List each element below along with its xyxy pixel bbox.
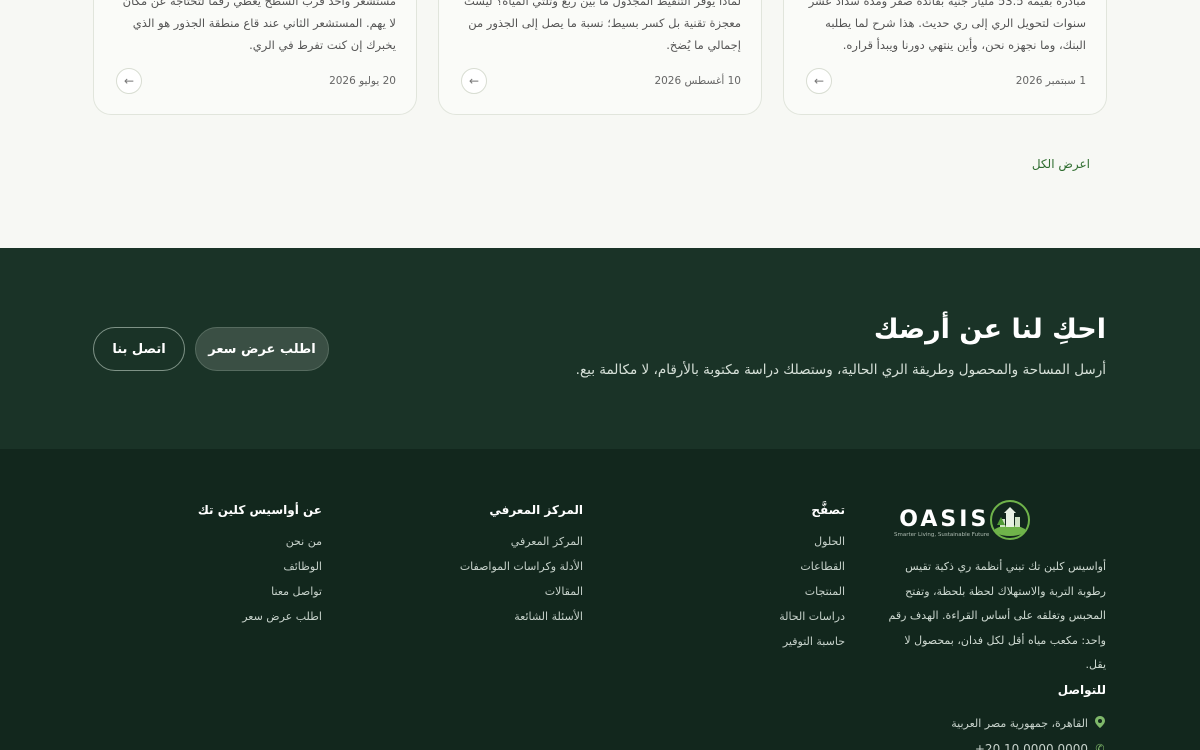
footer-nav-title: تصفَّح xyxy=(811,503,845,517)
footer-brand: OASIS Smarter Living, Sustainable Future… xyxy=(886,499,1106,678)
arrow-left-icon[interactable]: ← xyxy=(461,68,487,94)
articles-section: مبادرة بقيمة 53.5 مليار جنيه بفائدة صفر … xyxy=(0,0,1200,248)
footer-about-title: عن أواسيس كلين تك xyxy=(197,503,322,517)
article-card[interactable]: مستشعر واحد قرب السطح يعطي رقما لتحتاجه … xyxy=(93,0,417,115)
footer-link[interactable]: من نحن xyxy=(198,529,322,554)
footer-link[interactable]: المنتجات xyxy=(779,579,845,604)
footer-link[interactable]: المقالات xyxy=(460,579,583,604)
cta-section: احكِ لنا عن أرضك أرسل المساحة والمحصول و… xyxy=(0,248,1200,449)
footer-about-column: عن أواسيس كلين تك من نحن الوظائف تواصل م… xyxy=(198,503,322,629)
article-date: 1 سبتمبر 2026 xyxy=(1015,75,1086,87)
contact-phone-row[interactable]: ✆ +20 10 0000 0000 xyxy=(866,736,1106,750)
contact-address-row: القاهرة، جمهورية مصر العربية xyxy=(866,711,1106,736)
request-quote-button[interactable]: اطلب عرض سعر xyxy=(195,327,329,371)
logo-name: OASIS xyxy=(899,506,990,532)
article-card[interactable]: مبادرة بقيمة 53.5 مليار جنيه بفائدة صفر … xyxy=(783,0,1107,115)
logo[interactable]: OASIS Smarter Living, Sustainable Future xyxy=(886,499,1106,545)
logo-mark-icon xyxy=(989,499,1031,545)
contact-us-button[interactable]: اتصل بنا xyxy=(93,327,185,371)
footer: OASIS Smarter Living, Sustainable Future… xyxy=(0,449,1200,750)
footer-link[interactable]: الأدلة وكراسات المواصفات xyxy=(460,554,583,579)
contact-phone[interactable]: +20 10 0000 0000 xyxy=(975,742,1088,750)
cta-title: احكِ لنا عن أرضك xyxy=(873,314,1106,345)
contact-title: للتواصل xyxy=(1057,683,1106,697)
view-all-link[interactable]: اعرض الكل xyxy=(1032,157,1090,171)
article-excerpt: لماذا يوفر التنقيط المجدول ما بين ربع وث… xyxy=(464,0,741,52)
footer-contact: للتواصل القاهرة، جمهورية مصر العربية ✆ +… xyxy=(866,683,1106,750)
footer-link[interactable]: الحلول xyxy=(779,529,845,554)
footer-link[interactable]: القطاعات xyxy=(779,554,845,579)
footer-link[interactable]: الوظائف xyxy=(198,554,322,579)
article-date: 20 يوليو 2026 xyxy=(329,75,396,87)
footer-link[interactable]: حاسبة التوفير xyxy=(779,629,845,654)
arrow-left-icon[interactable]: ← xyxy=(806,68,832,94)
article-excerpt: مستشعر واحد قرب السطح يعطي رقما لتحتاجه … xyxy=(122,0,396,52)
footer-link[interactable]: دراسات الحالة xyxy=(779,604,845,629)
article-date: 10 أغسطس 2026 xyxy=(654,75,741,87)
footer-about-list: من نحن الوظائف تواصل معنا اطلب عرض سعر xyxy=(198,529,322,629)
contact-address: القاهرة، جمهورية مصر العربية xyxy=(951,717,1088,730)
footer-link[interactable]: اطلب عرض سعر xyxy=(198,604,322,629)
footer-link[interactable]: تواصل معنا xyxy=(198,579,322,604)
location-pin-icon xyxy=(1094,716,1106,731)
footer-nav-column: تصفَّح الحلول القطاعات المنتجات دراسات ا… xyxy=(779,503,845,654)
footer-nav-list: الحلول القطاعات المنتجات دراسات الحالة ح… xyxy=(779,529,845,654)
logo-text: OASIS Smarter Living, Sustainable Future xyxy=(894,507,989,538)
footer-link[interactable]: الأسئلة الشائعة xyxy=(460,604,583,629)
article-excerpt: مبادرة بقيمة 53.5 مليار جنيه بفائدة صفر … xyxy=(808,0,1086,52)
footer-link[interactable]: المركز المعرفي xyxy=(460,529,583,554)
brand-description: أواسيس كلين تك تبني أنظمة ري ذكية تقيس ر… xyxy=(888,560,1106,671)
footer-knowledge-column: المركز المعرفي المركز المعرفي الأدلة وكر… xyxy=(460,503,583,629)
phone-icon: ✆ xyxy=(1095,742,1105,750)
arrow-left-icon[interactable]: ← xyxy=(116,68,142,94)
footer-knowledge-title: المركز المعرفي xyxy=(489,503,583,517)
footer-knowledge-list: المركز المعرفي الأدلة وكراسات المواصفات … xyxy=(460,529,583,629)
article-card[interactable]: لماذا يوفر التنقيط المجدول ما بين ربع وث… xyxy=(438,0,762,115)
logo-tagline: Smarter Living, Sustainable Future xyxy=(894,531,990,538)
article-cards: مبادرة بقيمة 53.5 مليار جنيه بفائدة صفر … xyxy=(93,0,1107,115)
cta-text: أرسل المساحة والمحصول وطريقة الري الحالي… xyxy=(575,362,1106,378)
